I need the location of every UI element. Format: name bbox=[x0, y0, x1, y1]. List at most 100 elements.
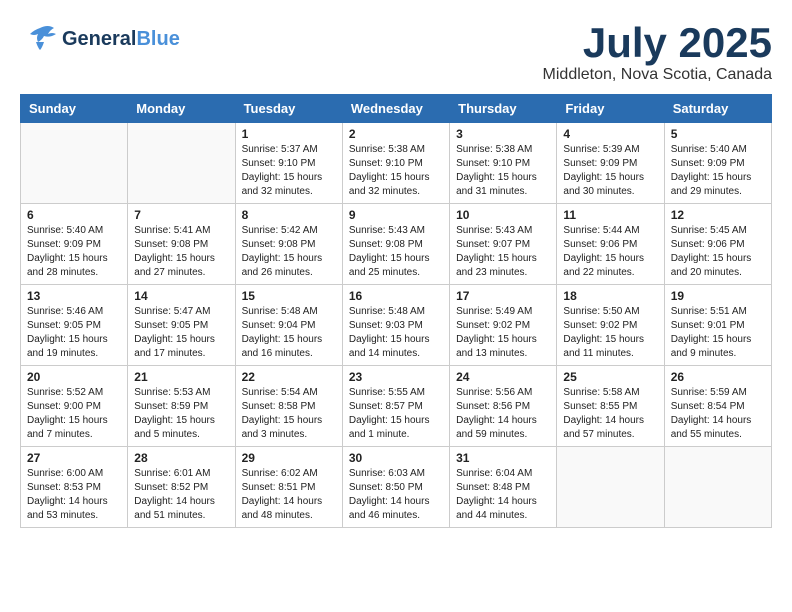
day-info: Sunrise: 5:43 AM Sunset: 9:08 PM Dayligh… bbox=[349, 224, 443, 280]
day-info: Sunrise: 5:39 AM Sunset: 9:09 PM Dayligh… bbox=[563, 143, 657, 199]
calendar-cell bbox=[128, 123, 235, 204]
day-info: Sunrise: 5:58 AM Sunset: 8:55 PM Dayligh… bbox=[563, 386, 657, 442]
calendar-cell: 9Sunrise: 5:43 AM Sunset: 9:08 PM Daylig… bbox=[342, 204, 449, 285]
day-info: Sunrise: 5:50 AM Sunset: 9:02 PM Dayligh… bbox=[563, 305, 657, 361]
day-info: Sunrise: 6:02 AM Sunset: 8:51 PM Dayligh… bbox=[242, 467, 336, 523]
calendar-cell: 26 Sunrise: 5:59 AM Sunset: 8:54 PM Dayli… bbox=[664, 366, 771, 447]
day-info: Sunrise: 5:37 AM Sunset: 9:10 PM Dayligh… bbox=[242, 143, 336, 199]
day-number: 13 bbox=[27, 289, 121, 303]
calendar-cell: 11 Sunrise: 5:44 AM Sunset: 9:06 PM Dayli… bbox=[557, 204, 664, 285]
weekday-header: Saturday bbox=[664, 95, 771, 123]
location-title: Middleton, Nova Scotia, Canada bbox=[543, 66, 772, 84]
day-info: Sunrise: 5:52 AM Sunset: 9:00 PM Dayligh… bbox=[27, 386, 121, 442]
month-title: July 2025 bbox=[543, 20, 772, 66]
calendar-header-row: SundayMondayTuesdayWednesdayThursdayFrid… bbox=[21, 95, 772, 123]
calendar-cell: 31 Sunrise: 6:04 AM Sunset: 8:48 PM Dayli… bbox=[450, 447, 557, 528]
calendar-cell: 24 Sunrise: 5:56 AM Sunset: 8:56 PM Dayli… bbox=[450, 366, 557, 447]
calendar-week-row: 27Sunrise: 6:00 AM Sunset: 8:53 PM Dayli… bbox=[21, 447, 772, 528]
day-number: 18 bbox=[563, 289, 657, 303]
calendar-week-row: 1 Sunrise: 5:37 AM Sunset: 9:10 PM Daylig… bbox=[21, 123, 772, 204]
weekday-header: Monday bbox=[128, 95, 235, 123]
day-number: 10 bbox=[456, 208, 550, 222]
calendar-cell: 15 Sunrise: 5:48 AM Sunset: 9:04 PM Dayli… bbox=[235, 285, 342, 366]
calendar-cell bbox=[557, 447, 664, 528]
day-number: 27 bbox=[27, 451, 121, 465]
day-info: Sunrise: 5:38 AM Sunset: 9:10 PM Dayligh… bbox=[456, 143, 550, 199]
day-info: Sunrise: 5:43 AM Sunset: 9:07 PM Dayligh… bbox=[456, 224, 550, 280]
calendar-cell: 30Sunrise: 6:03 AM Sunset: 8:50 PM Dayli… bbox=[342, 447, 449, 528]
day-info: Sunrise: 5:45 AM Sunset: 9:06 PM Dayligh… bbox=[671, 224, 765, 280]
day-number: 14 bbox=[134, 289, 228, 303]
calendar-cell: 18 Sunrise: 5:50 AM Sunset: 9:02 PM Dayli… bbox=[557, 285, 664, 366]
day-info: Sunrise: 5:47 AM Sunset: 9:05 PM Dayligh… bbox=[134, 305, 228, 361]
logo: GeneralBlue bbox=[20, 20, 180, 58]
day-number: 8 bbox=[242, 208, 336, 222]
calendar-cell: 21 Sunrise: 5:53 AM Sunset: 8:59 PM Dayli… bbox=[128, 366, 235, 447]
day-info: Sunrise: 5:38 AM Sunset: 9:10 PM Dayligh… bbox=[349, 143, 443, 199]
day-info: Sunrise: 5:55 AM Sunset: 8:57 PM Dayligh… bbox=[349, 386, 443, 442]
day-info: Sunrise: 5:46 AM Sunset: 9:05 PM Dayligh… bbox=[27, 305, 121, 361]
day-number: 29 bbox=[242, 451, 336, 465]
day-info: Sunrise: 5:48 AM Sunset: 9:04 PM Dayligh… bbox=[242, 305, 336, 361]
calendar-cell: 5Sunrise: 5:40 AM Sunset: 9:09 PM Daylig… bbox=[664, 123, 771, 204]
day-number: 28 bbox=[134, 451, 228, 465]
calendar-cell: 6Sunrise: 5:40 AM Sunset: 9:09 PM Daylig… bbox=[21, 204, 128, 285]
calendar-cell: 28 Sunrise: 6:01 AM Sunset: 8:52 PM Dayli… bbox=[128, 447, 235, 528]
calendar-week-row: 13 Sunrise: 5:46 AM Sunset: 9:05 PM Dayli… bbox=[21, 285, 772, 366]
day-info: Sunrise: 6:01 AM Sunset: 8:52 PM Dayligh… bbox=[134, 467, 228, 523]
calendar-cell: 16Sunrise: 5:48 AM Sunset: 9:03 PM Dayli… bbox=[342, 285, 449, 366]
day-info: Sunrise: 5:56 AM Sunset: 8:56 PM Dayligh… bbox=[456, 386, 550, 442]
day-number: 11 bbox=[563, 208, 657, 222]
day-number: 20 bbox=[27, 370, 121, 384]
day-info: Sunrise: 5:51 AM Sunset: 9:01 PM Dayligh… bbox=[671, 305, 765, 361]
day-info: Sunrise: 5:53 AM Sunset: 8:59 PM Dayligh… bbox=[134, 386, 228, 442]
calendar-cell: 22 Sunrise: 5:54 AM Sunset: 8:58 PM Dayli… bbox=[235, 366, 342, 447]
calendar-cell: 12Sunrise: 5:45 AM Sunset: 9:06 PM Dayli… bbox=[664, 204, 771, 285]
calendar-cell: 4 Sunrise: 5:39 AM Sunset: 9:09 PM Daylig… bbox=[557, 123, 664, 204]
logo-text: GeneralBlue bbox=[62, 28, 180, 50]
day-number: 23 bbox=[349, 370, 443, 384]
day-number: 16 bbox=[349, 289, 443, 303]
day-number: 21 bbox=[134, 370, 228, 384]
calendar-cell bbox=[21, 123, 128, 204]
weekday-header: Tuesday bbox=[235, 95, 342, 123]
calendar-cell: 20 Sunrise: 5:52 AM Sunset: 9:00 PM Dayli… bbox=[21, 366, 128, 447]
weekday-header: Wednesday bbox=[342, 95, 449, 123]
calendar-cell: 2 Sunrise: 5:38 AM Sunset: 9:10 PM Daylig… bbox=[342, 123, 449, 204]
day-number: 22 bbox=[242, 370, 336, 384]
calendar-week-row: 20 Sunrise: 5:52 AM Sunset: 9:00 PM Dayli… bbox=[21, 366, 772, 447]
day-number: 3 bbox=[456, 127, 550, 141]
day-info: Sunrise: 6:04 AM Sunset: 8:48 PM Dayligh… bbox=[456, 467, 550, 523]
day-number: 19 bbox=[671, 289, 765, 303]
weekday-header: Sunday bbox=[21, 95, 128, 123]
title-area: July 2025 Middleton, Nova Scotia, Canada bbox=[543, 20, 772, 84]
day-number: 1 bbox=[242, 127, 336, 141]
calendar-cell: 10 Sunrise: 5:43 AM Sunset: 9:07 PM Dayli… bbox=[450, 204, 557, 285]
day-number: 5 bbox=[671, 127, 765, 141]
calendar-cell: 8 Sunrise: 5:42 AM Sunset: 9:08 PM Daylig… bbox=[235, 204, 342, 285]
day-number: 7 bbox=[134, 208, 228, 222]
day-number: 31 bbox=[456, 451, 550, 465]
calendar-cell: 7Sunrise: 5:41 AM Sunset: 9:08 PM Daylig… bbox=[128, 204, 235, 285]
day-number: 25 bbox=[563, 370, 657, 384]
calendar-cell: 19 Sunrise: 5:51 AM Sunset: 9:01 PM Dayli… bbox=[664, 285, 771, 366]
day-number: 4 bbox=[563, 127, 657, 141]
day-number: 17 bbox=[456, 289, 550, 303]
calendar-cell: 27Sunrise: 6:00 AM Sunset: 8:53 PM Dayli… bbox=[21, 447, 128, 528]
calendar-cell: 13 Sunrise: 5:46 AM Sunset: 9:05 PM Dayli… bbox=[21, 285, 128, 366]
day-number: 24 bbox=[456, 370, 550, 384]
day-info: Sunrise: 5:59 AM Sunset: 8:54 PM Dayligh… bbox=[671, 386, 765, 442]
day-info: Sunrise: 5:54 AM Sunset: 8:58 PM Dayligh… bbox=[242, 386, 336, 442]
day-number: 15 bbox=[242, 289, 336, 303]
weekday-header: Friday bbox=[557, 95, 664, 123]
calendar-cell: 23 Sunrise: 5:55 AM Sunset: 8:57 PM Dayli… bbox=[342, 366, 449, 447]
calendar-cell: 3 Sunrise: 5:38 AM Sunset: 9:10 PM Daylig… bbox=[450, 123, 557, 204]
day-number: 2 bbox=[349, 127, 443, 141]
day-info: Sunrise: 6:03 AM Sunset: 8:50 PM Dayligh… bbox=[349, 467, 443, 523]
calendar-cell: 25 Sunrise: 5:58 AM Sunset: 8:55 PM Dayli… bbox=[557, 366, 664, 447]
day-number: 26 bbox=[671, 370, 765, 384]
day-info: Sunrise: 5:42 AM Sunset: 9:08 PM Dayligh… bbox=[242, 224, 336, 280]
calendar-cell: 1 Sunrise: 5:37 AM Sunset: 9:10 PM Daylig… bbox=[235, 123, 342, 204]
day-number: 6 bbox=[27, 208, 121, 222]
day-info: Sunrise: 5:44 AM Sunset: 9:06 PM Dayligh… bbox=[563, 224, 657, 280]
